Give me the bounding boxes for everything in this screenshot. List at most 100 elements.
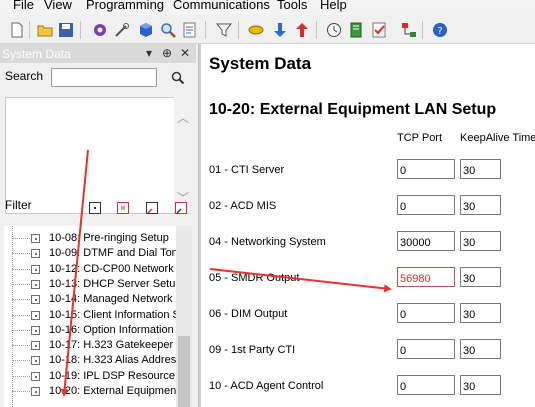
book-icon[interactable]	[348, 22, 364, 38]
tcp-port-input[interactable]	[397, 303, 455, 323]
checklist-icon[interactable]	[371, 22, 387, 38]
tree-item-label: 10-17: H.323 Gatekeeper	[49, 339, 174, 352]
tree-node-icon	[31, 371, 40, 381]
tree-item[interactable]: 10-13: DHCP Server Setup	[4, 277, 176, 293]
tcp-port-input[interactable]	[397, 375, 455, 395]
svg-text:?: ?	[437, 26, 442, 37]
row-label: 02 - ACD MIS	[209, 200, 277, 212]
tcp-port-input[interactable]	[397, 159, 455, 179]
key-icon[interactable]	[248, 22, 264, 38]
network-icon[interactable]	[401, 22, 417, 38]
tree-item[interactable]: 10-15: Client Information Setup	[4, 308, 176, 324]
menu-file[interactable]: File	[13, 0, 34, 12]
tree-item[interactable]: 10-17: H.323 Gatekeeper	[4, 338, 176, 354]
tree-item[interactable]: 10-18: H.323 Alias Address	[4, 353, 176, 369]
row-label: 05 - SMDR Output	[209, 272, 300, 284]
tcp-port-input[interactable]	[397, 231, 455, 251]
tools-icon[interactable]	[114, 22, 130, 38]
filter-red-box-icon[interactable]	[117, 202, 129, 214]
panel-pin-icon[interactable]: ⊕	[162, 46, 172, 60]
tree-item-label: 10-19: IPL DSP Resource	[49, 369, 175, 382]
tcp-port-input[interactable]	[397, 195, 455, 215]
clock-icon[interactable]	[326, 22, 342, 38]
tree-item[interactable]: 10-08: Pre-ringing Setup	[4, 231, 176, 247]
menu-communications[interactable]: Communications	[173, 0, 270, 12]
row-label: 06 - DIM Output	[209, 308, 288, 320]
tree-node-icon	[31, 341, 40, 351]
tree-node-icon	[31, 264, 40, 274]
menu-bar: File View Programming Communications Too…	[0, 0, 535, 15]
tree-item[interactable]: 10-19: IPL DSP Resource	[4, 369, 176, 385]
keepalive-input[interactable]	[460, 339, 501, 359]
row-label: 01 - CTI Server	[209, 164, 285, 176]
magnifier-icon[interactable]	[160, 22, 176, 38]
tree-item-label: 10-09: DTMF and Dial Tone	[49, 247, 176, 260]
tcp-port-header: TCP Port	[397, 132, 443, 144]
open-folder-icon[interactable]	[37, 22, 53, 38]
filter-icon[interactable]	[216, 22, 232, 38]
tree-item-label: 10-18: H.323 Alias Address	[49, 354, 176, 367]
tree-node-icon	[31, 249, 40, 259]
keepalive-input[interactable]	[460, 159, 501, 179]
filter-box-icon[interactable]	[89, 202, 101, 214]
tcp-port-input[interactable]	[397, 267, 455, 287]
menu-view[interactable]: View	[44, 0, 72, 12]
tree-item-label: 10-12: CD-CP00 Network Setup	[49, 262, 176, 275]
tree-node-icon	[31, 387, 40, 396]
filter-red-arrow-icon[interactable]	[175, 202, 187, 214]
tree-item[interactable]: 10-09: DTMF and Dial Tone	[4, 246, 176, 262]
tcp-port-input[interactable]	[397, 339, 455, 359]
panel-close-icon[interactable]: ✕	[180, 46, 190, 60]
tree-node-icon	[31, 356, 40, 366]
panel-titlebar: System Data ▾ ⊕ ✕	[0, 44, 196, 63]
keepalive-header: KeepAlive Time	[460, 132, 535, 144]
tree-item-label: 10-14: Managed Network	[49, 293, 173, 306]
toolbar: ?	[0, 15, 535, 44]
tree-item-label: 10-08: Pre-ringing Setup	[49, 232, 169, 244]
keepalive-input[interactable]	[460, 231, 501, 251]
tree-node-icon	[31, 279, 40, 289]
menu-help[interactable]: Help	[320, 0, 347, 12]
section-title: 10-20: External Equipment LAN Setup	[209, 101, 497, 118]
search-icon[interactable]	[171, 71, 185, 85]
tree-item[interactable]: 10-12: CD-CP00 Network Setup	[4, 262, 176, 278]
arrow-down-icon[interactable]	[272, 22, 288, 38]
keepalive-input[interactable]	[460, 303, 501, 323]
tree-item[interactable]: 10-14: Managed Network	[4, 292, 176, 308]
system-data-tree[interactable]: 10-08: Pre-ringing Setup 10-09: DTMF and …	[4, 226, 176, 407]
tree-node-icon	[31, 295, 40, 305]
main-content: System Data 10-20: External Equipment LA…	[199, 44, 535, 407]
row-label: 04 - Networking System	[209, 236, 326, 248]
panel-title: System Data	[2, 47, 71, 61]
scroll-up-icon[interactable]: ︿	[177, 109, 189, 126]
document-icon[interactable]	[181, 22, 197, 38]
tree-item-label: 10-13: DHCP Server Setup	[49, 277, 176, 290]
keepalive-input[interactable]	[460, 267, 501, 287]
arrow-up-icon[interactable]	[294, 22, 310, 38]
tree-item-label: 10-16: Option Information Setup	[49, 323, 176, 336]
system-data-panel: System Data ▾ ⊕ ✕ Search ︿ ﹀ Filter 10-0…	[0, 44, 199, 407]
tree-scrollbar[interactable]	[176, 226, 192, 407]
tree-node-icon	[31, 325, 40, 335]
save-icon[interactable]	[58, 22, 74, 38]
tree-item[interactable]: 10-20: External Equipment	[4, 384, 176, 400]
tree-item[interactable]: 10-16: Option Information Setup	[4, 323, 176, 339]
row-label: 09 - 1st Party CTI	[209, 344, 296, 356]
page-title: System Data	[209, 54, 312, 73]
new-file-icon[interactable]	[9, 22, 25, 38]
filter-label: Filter	[5, 198, 32, 212]
menu-programming[interactable]: Programming	[86, 0, 164, 12]
tree-scroll-thumb[interactable]	[178, 336, 190, 407]
gear-icon[interactable]	[92, 22, 108, 38]
search-input[interactable]	[51, 68, 157, 87]
help-icon[interactable]: ?	[432, 22, 448, 38]
keepalive-input[interactable]	[460, 375, 501, 395]
panel-dropdown-icon[interactable]: ▾	[146, 46, 152, 60]
cube-icon[interactable]	[138, 22, 154, 38]
tree-item-label: 10-15: Client Information Setup	[49, 308, 176, 321]
keepalive-input[interactable]	[460, 195, 501, 215]
search-results-scrollbar[interactable]: ︿ ﹀	[174, 97, 192, 212]
search-results-list[interactable]	[5, 97, 175, 214]
filter-box-arrow-icon[interactable]	[146, 202, 158, 214]
menu-tools[interactable]: Tools	[277, 0, 307, 12]
